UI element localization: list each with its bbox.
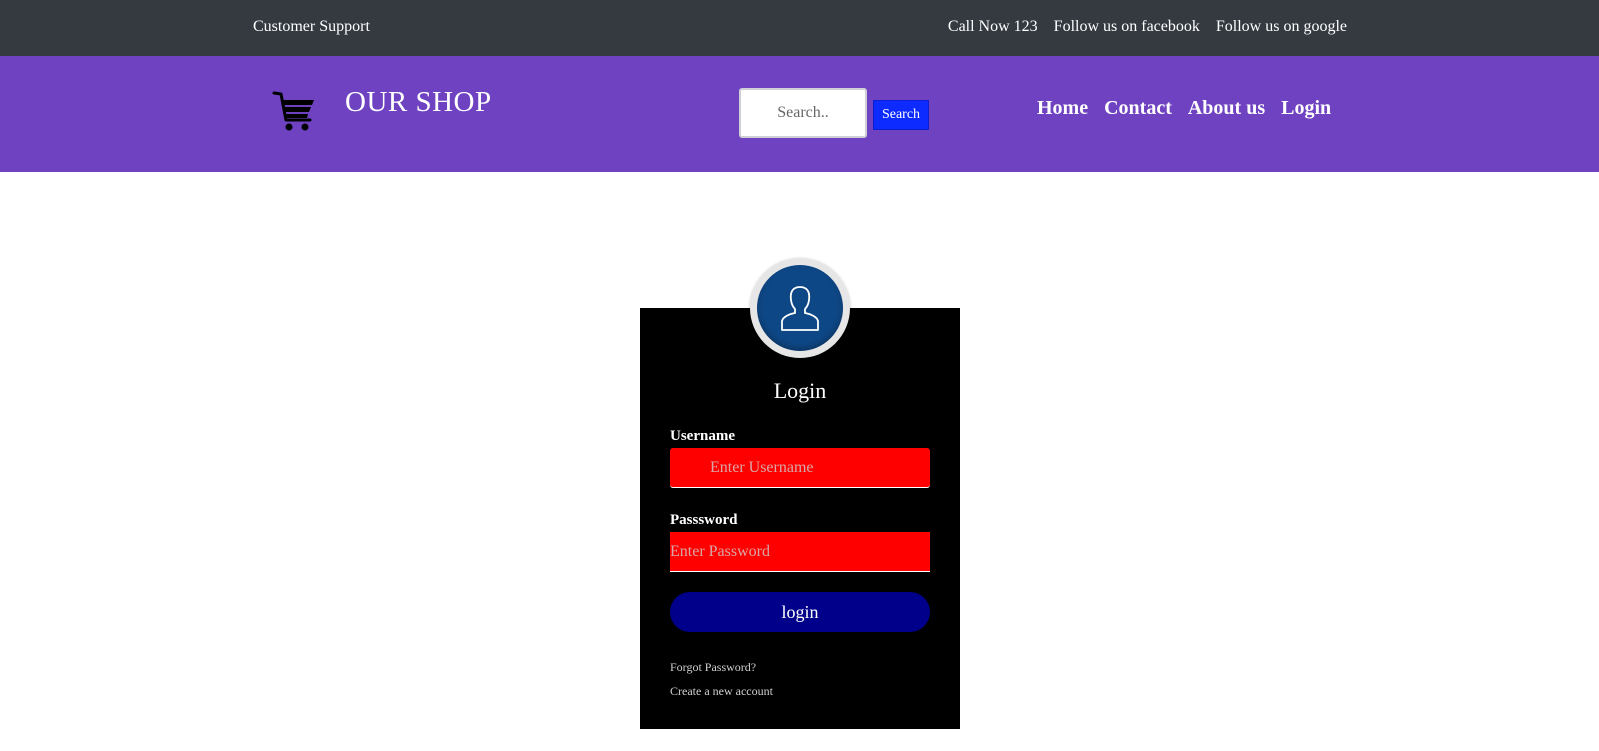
user-avatar-icon	[781, 286, 819, 331]
nav-contact[interactable]: Contact	[1104, 97, 1172, 120]
login-button[interactable]: login	[670, 592, 930, 632]
forgot-password-link[interactable]: Forgot Password?	[670, 660, 756, 675]
login-title: Login	[773, 378, 827, 403]
search-button[interactable]: Search	[873, 100, 929, 130]
nav-login[interactable]: Login	[1281, 97, 1331, 120]
facebook-link[interactable]: Follow us on facebook	[1054, 18, 1200, 36]
call-now-text: Call Now 123	[947, 18, 1038, 35]
shopping-cart-icon	[272, 91, 314, 131]
top-bar: Customer Support Call Now 123 Follow us …	[0, 0, 1599, 56]
nav-home[interactable]: Home	[1037, 97, 1088, 120]
google-link[interactable]: Follow us on google	[1216, 18, 1347, 36]
password-field[interactable]	[670, 532, 930, 572]
username-label: Username	[670, 428, 735, 444]
search-input[interactable]	[739, 88, 867, 138]
top-bar-links: Call Now 123 Follow us on facebook Follo…	[948, 18, 1347, 36]
site-header: OUR SHOP Search Home Contact About us Lo…	[0, 56, 1599, 172]
username-field[interactable]	[670, 448, 930, 488]
password-label: Passsword	[670, 512, 738, 528]
nav-about[interactable]: About us	[1188, 97, 1265, 120]
brand-title: OUR SHOP	[345, 86, 492, 118]
login-card: Login Username Passsword login Forgot Pa…	[640, 308, 960, 729]
create-account-link[interactable]: Create a new account	[670, 684, 773, 699]
customer-support-text: Customer Support	[253, 18, 370, 35]
main-nav: Home Contact About us Login	[1037, 97, 1331, 120]
avatar	[757, 265, 843, 351]
